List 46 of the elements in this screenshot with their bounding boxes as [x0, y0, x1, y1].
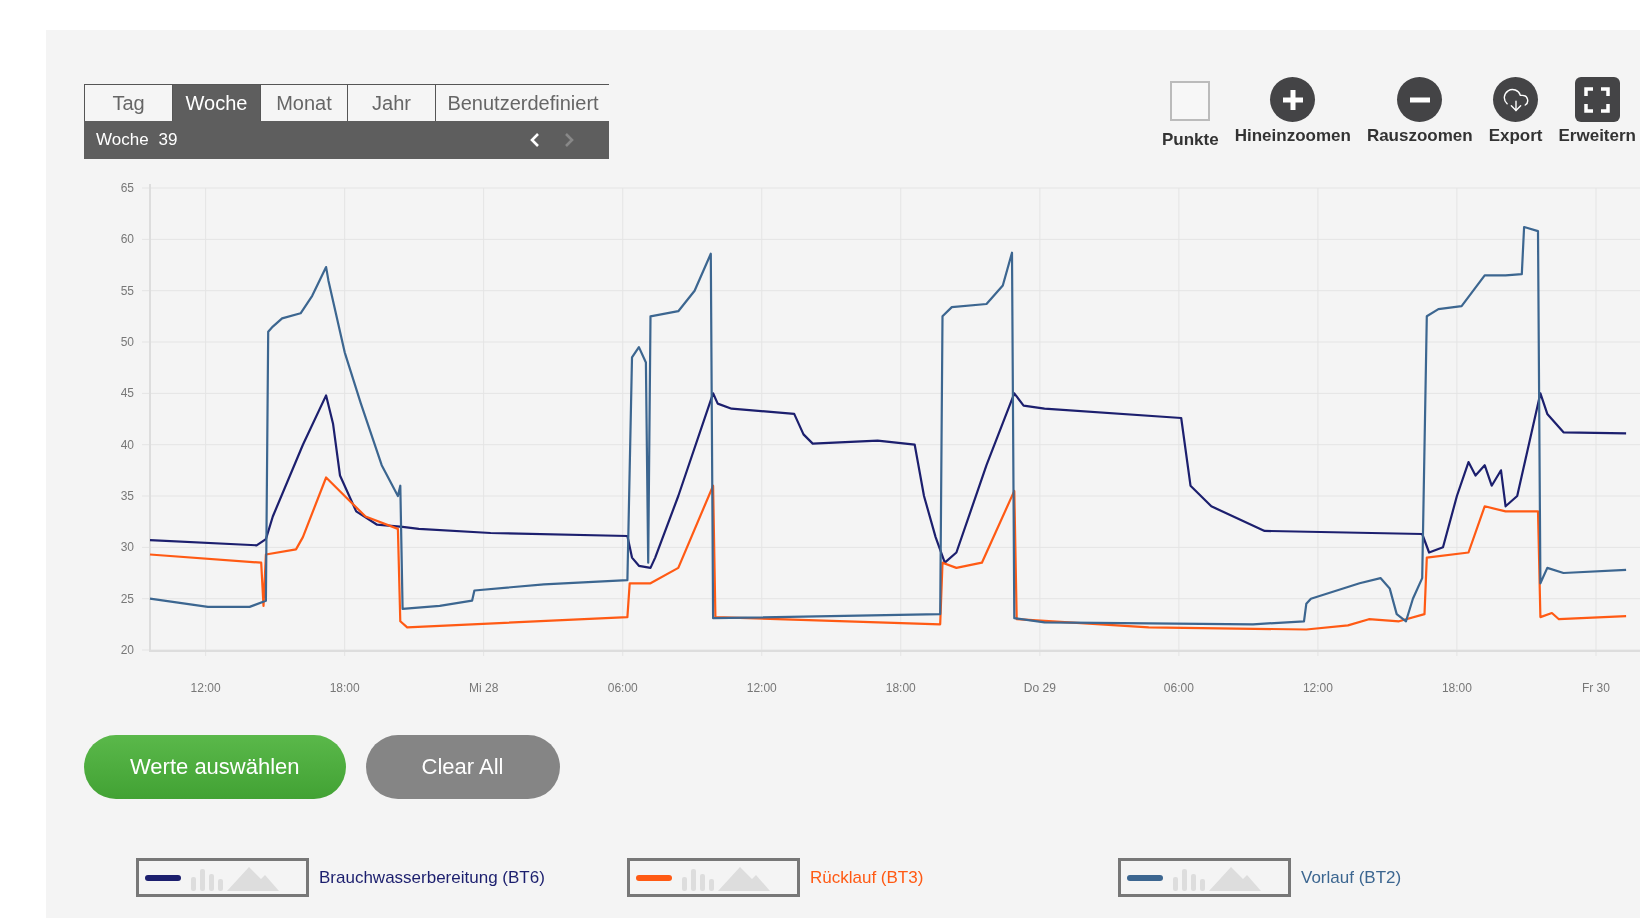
axis-tick-label: 06:00 [1163, 681, 1194, 695]
week-number: 39 [158, 130, 178, 150]
axis-tick-label: 06:00 [607, 681, 638, 695]
axis-tick-label: Mi 28 [469, 681, 499, 695]
axis-tick-label: 65 [120, 181, 134, 195]
series-swatch-icon [145, 874, 181, 881]
toolbar-button[interactable]: Export [1488, 80, 1543, 150]
period-tab[interactable]: Woche [173, 85, 261, 121]
toolbar-button[interactable]: Hineinzoomen [1234, 80, 1351, 150]
series-label: Brauchwasserbereitung (BT6) [319, 867, 545, 888]
series-toggle[interactable] [136, 858, 309, 897]
axis-tick-label: Do 29 [1023, 681, 1056, 695]
zoom-out-icon [1397, 77, 1443, 122]
chevron-right-icon [563, 132, 575, 148]
axis-tick-label: 12:00 [1302, 681, 1333, 695]
axis-tick-label: 12:00 [746, 681, 777, 695]
axis-tick-label: 18:00 [885, 681, 916, 695]
period-label: Woche [96, 130, 149, 150]
zoom-in-icon [1270, 77, 1316, 122]
series-swatch-icon [1127, 874, 1163, 881]
cloud-download-icon [1493, 77, 1539, 122]
series-swatch-icon [636, 874, 672, 881]
axis-tick-label: 45 [120, 386, 134, 401]
axis-tick-label: 18:00 [329, 681, 360, 695]
axis-tick-label: 18:00 [1441, 681, 1472, 695]
axis-tick-label: 30 [120, 540, 134, 555]
toolbar-button[interactable]: Punkte [1162, 80, 1219, 150]
axis-tick-label: 20 [120, 643, 134, 657]
axis-tick-label: 60 [120, 232, 134, 247]
checkbox[interactable] [1170, 81, 1211, 121]
axis-tick-label: 55 [120, 283, 134, 298]
series-toggle[interactable] [1118, 858, 1291, 897]
series-label: Rücklauf (BT3) [810, 867, 924, 888]
fullscreen-icon [1574, 77, 1620, 122]
series-toggle[interactable] [627, 858, 800, 897]
toolbar-button[interactable]: Erweitern [1558, 80, 1636, 150]
axis-tick-label: 12:00 [190, 681, 221, 695]
chevron-left-icon [529, 132, 541, 148]
axis-tick-label: 40 [120, 437, 134, 452]
axis-tick-label: 50 [120, 335, 134, 349]
clear-button[interactable]: Clear All [365, 735, 560, 799]
toolbar-button[interactable]: Rauszoomen [1366, 80, 1473, 150]
series-label: Vorlauf (BT2) [1301, 867, 1402, 888]
axis-tick-label: Fr 30 [1581, 681, 1610, 695]
axis-tick-label: 35 [120, 489, 134, 503]
axis-tick-label: 25 [120, 591, 134, 606]
